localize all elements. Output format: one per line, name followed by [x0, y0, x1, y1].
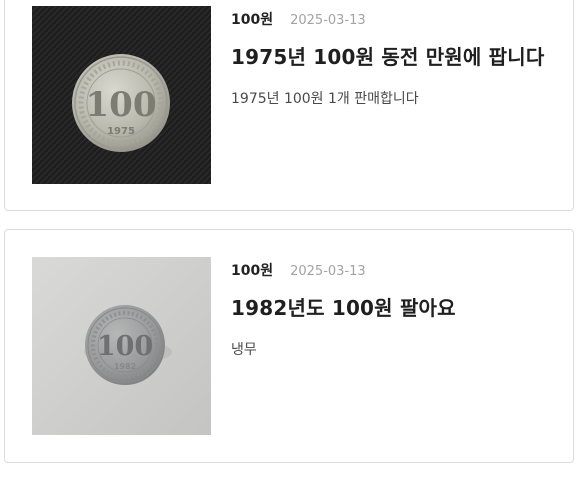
- listing-date: 2025-03-13: [290, 13, 366, 28]
- listing-category[interactable]: 100원: [231, 9, 273, 29]
- listing-info: 100원 2025-03-13 1982년도 100원 팔아요 냉무: [231, 260, 561, 359]
- listing-meta: 100원 2025-03-13: [231, 9, 561, 29]
- listing-date: 2025-03-13: [290, 264, 366, 279]
- listing-category[interactable]: 100원: [231, 260, 273, 280]
- listing-card[interactable]: 100 1975 100원 2025-03-13 1975년 100원 동전 만…: [4, 0, 574, 211]
- listing-info: 100원 2025-03-13 1975년 100원 동전 만원에 팝니다 19…: [231, 9, 561, 108]
- coin-denomination: 100: [97, 331, 153, 362]
- listing-meta: 100원 2025-03-13: [231, 260, 561, 280]
- listing-card[interactable]: 100 1982 100원 2025-03-13 1982년도 100원 팔아요…: [4, 229, 574, 463]
- listing-title[interactable]: 1982년도 100원 팔아요: [231, 292, 561, 321]
- listing-thumbnail[interactable]: 100 1982: [32, 257, 211, 435]
- coin-denomination: 100: [86, 85, 157, 125]
- coin-year: 1975: [107, 126, 135, 137]
- coin-year: 1982: [114, 362, 136, 371]
- listing-thumbnail[interactable]: 100 1975: [32, 6, 211, 184]
- listing-title[interactable]: 1975년 100원 동전 만원에 팝니다: [231, 41, 561, 70]
- coin-engraving: 100 1982: [97, 331, 153, 371]
- listing-description: 1975년 100원 1개 판매합니다: [231, 91, 419, 107]
- listing-list: 100 1975 100원 2025-03-13 1975년 100원 동전 만…: [0, 0, 582, 485]
- listing-description: 냉무: [231, 342, 257, 358]
- coin-engraving: 100 1975: [86, 85, 157, 137]
